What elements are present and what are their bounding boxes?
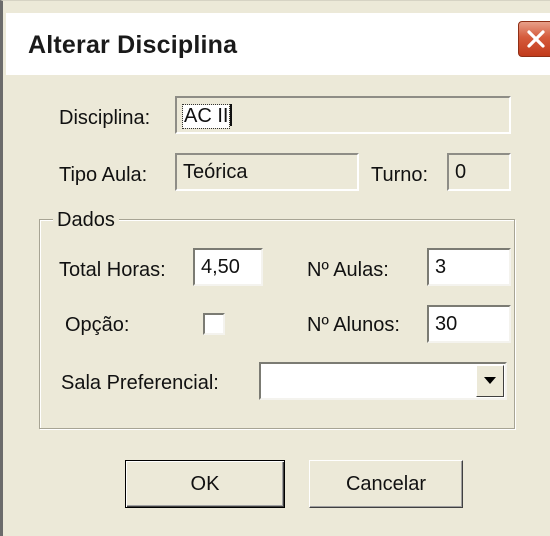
num-aulas-input[interactable]: 3 [427, 248, 511, 286]
sala-preferencial-select[interactable] [259, 362, 507, 400]
total-horas-value: 4,50 [201, 256, 240, 278]
num-alunos-input[interactable]: 30 [427, 305, 511, 343]
ok-button[interactable]: OK [125, 460, 285, 508]
tipo-aula-label: Tipo Aula: [59, 164, 148, 186]
tipo-aula-field[interactable]: Teórica [175, 153, 359, 191]
disciplina-label: Disciplina: [59, 107, 151, 129]
close-icon [527, 30, 545, 48]
text-caret [230, 104, 233, 126]
total-horas-input[interactable]: 4,50 [193, 248, 263, 286]
num-aulas-value: 3 [435, 256, 447, 278]
total-horas-label: Total Horas: [59, 259, 166, 281]
dialog-window: Alterar Disciplina Disciplina: AC II Tip… [0, 0, 550, 536]
cancel-button[interactable]: Cancelar [309, 460, 463, 508]
sala-preferencial-label: Sala Preferencial: [61, 372, 219, 394]
opcao-checkbox[interactable] [203, 313, 225, 335]
num-aulas-label: Nº Aulas: [307, 259, 389, 281]
turno-field[interactable]: 0 [447, 153, 511, 191]
opcao-label: Opção: [65, 314, 130, 336]
num-alunos-value: 30 [435, 313, 458, 335]
num-alunos-label: Nº Alunos: [307, 314, 400, 336]
chevron-down-icon [484, 377, 496, 384]
turno-label: Turno: [371, 164, 429, 186]
turno-value: 0 [455, 161, 467, 183]
dropdown-button[interactable] [476, 365, 504, 397]
dados-legend: Dados [53, 209, 119, 232]
disciplina-field[interactable]: AC II [175, 96, 511, 134]
tipo-aula-value: Teórica [183, 161, 248, 183]
disciplina-value: AC II [181, 104, 231, 129]
window-title: Alterar Disciplina [28, 31, 238, 59]
title-bar[interactable]: Alterar Disciplina [6, 13, 550, 75]
close-button[interactable] [518, 21, 550, 57]
